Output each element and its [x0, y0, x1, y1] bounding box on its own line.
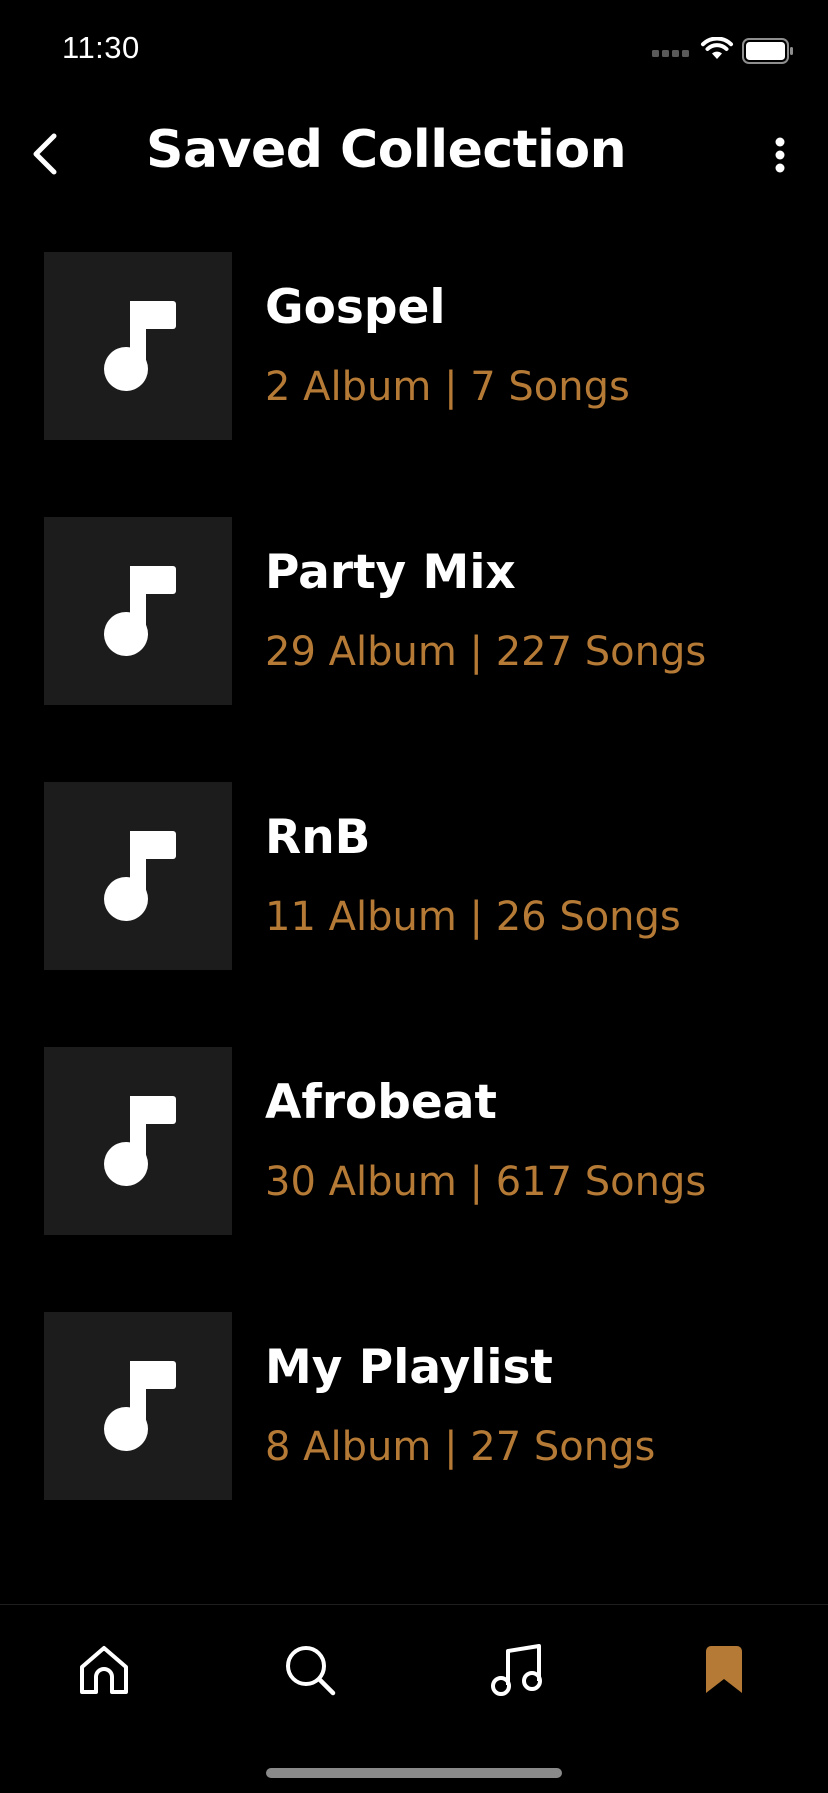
- collection-title: My Playlist: [265, 1340, 553, 1395]
- chevron-left-icon: [33, 133, 57, 175]
- collection-title: RnB: [265, 810, 371, 865]
- music-note-icon: [104, 831, 176, 921]
- back-button[interactable]: [20, 126, 70, 182]
- header: Saved Collection: [0, 110, 828, 198]
- collection-thumbnail: [44, 517, 232, 705]
- collection-item[interactable]: Gospel 2 Album | 7 Songs: [0, 252, 828, 440]
- collection-thumbnail: [44, 1312, 232, 1500]
- collection-meta: 2 Album | 7 Songs: [265, 364, 630, 410]
- collection-item[interactable]: Afrobeat 30 Album | 617 Songs: [0, 1047, 828, 1235]
- tab-saved[interactable]: [684, 1635, 764, 1705]
- collection-meta: 30 Album | 617 Songs: [265, 1159, 707, 1205]
- tab-bar: [0, 1604, 828, 1793]
- collection-title: Party Mix: [265, 545, 516, 600]
- status-bar: 11:30: [0, 0, 828, 100]
- music-note-icon: [104, 1361, 176, 1451]
- more-vertical-icon: [775, 137, 785, 173]
- home-indicator: [266, 1768, 562, 1778]
- cellular-signal-icon: [652, 50, 689, 57]
- collection-title: Afrobeat: [265, 1075, 497, 1130]
- page-title: Saved Collection: [146, 120, 627, 180]
- collection-meta: 8 Album | 27 Songs: [265, 1424, 656, 1470]
- tab-home[interactable]: [64, 1635, 144, 1705]
- tab-search[interactable]: [270, 1635, 350, 1705]
- collection-list: Gospel 2 Album | 7 Songs Party Mix 29 Al…: [0, 252, 828, 1577]
- home-icon: [80, 1646, 128, 1694]
- wifi-icon: [701, 37, 733, 59]
- tab-music[interactable]: [477, 1635, 557, 1705]
- search-icon: [286, 1646, 336, 1696]
- collection-item[interactable]: My Playlist 8 Album | 27 Songs: [0, 1312, 828, 1500]
- battery-icon: [742, 38, 793, 64]
- collection-item[interactable]: Party Mix 29 Album | 227 Songs: [0, 517, 828, 705]
- more-options-button[interactable]: [760, 130, 800, 180]
- collection-thumbnail: [44, 1047, 232, 1235]
- music-note-icon: [104, 301, 176, 391]
- collection-meta: 29 Album | 227 Songs: [265, 629, 707, 675]
- collection-thumbnail: [44, 252, 232, 440]
- music-note-icon: [104, 566, 176, 656]
- music-note-icon: [104, 1096, 176, 1186]
- collection-meta: 11 Album | 26 Songs: [265, 894, 681, 940]
- music-icon: [491, 1644, 542, 1696]
- status-time: 11:30: [62, 30, 140, 65]
- collection-item[interactable]: RnB 11 Album | 26 Songs: [0, 782, 828, 970]
- bookmark-icon: [706, 1646, 742, 1693]
- collection-thumbnail: [44, 782, 232, 970]
- collection-title: Gospel: [265, 280, 446, 335]
